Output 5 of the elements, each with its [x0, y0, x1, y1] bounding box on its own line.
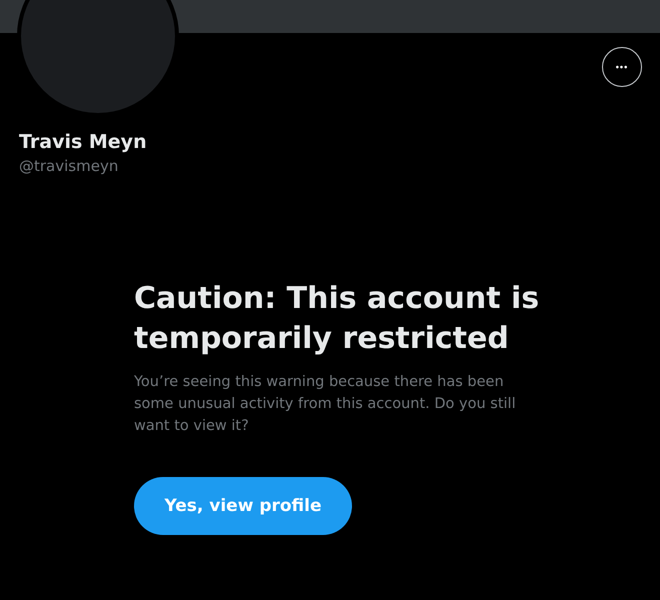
- profile-handle: @travismeyn: [19, 156, 120, 177]
- warning-message: You’re seeing this warning because there has been some unusual activity from this account. Do you still want to view it?: [134, 373, 517, 436]
- warning-title: Caution: This account is temporarily restricted: [134, 280, 540, 358]
- profile-name: Travis Meyn: [19, 130, 148, 155]
- more-button[interactable]: •••: [602, 47, 642, 87]
